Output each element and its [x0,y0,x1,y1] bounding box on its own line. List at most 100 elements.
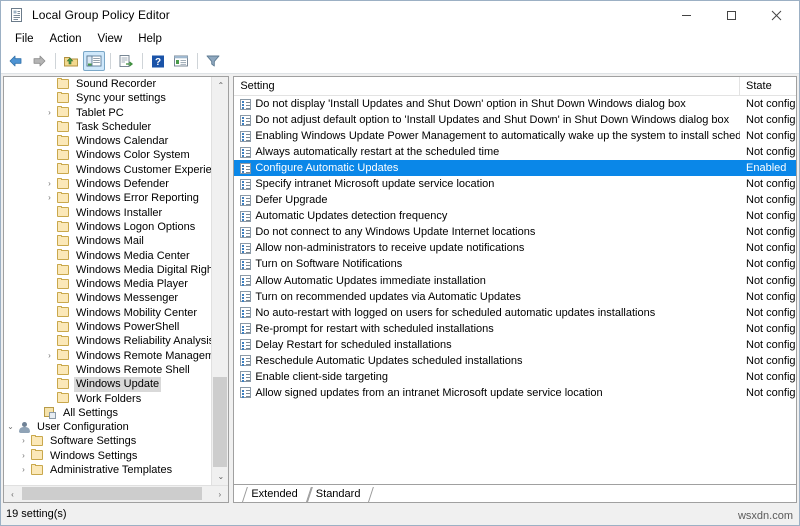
tree-item-label: Windows Defender [76,178,169,191]
tree-item[interactable]: › Windows Error Reporting [4,191,211,205]
tree-hscroll-thumb[interactable] [22,487,202,500]
policy-tree[interactable]: Sound Recorder Sync your settings › Tablet … [4,77,211,485]
tree-item[interactable]: ⌄ User Configuration [4,420,211,434]
table-row[interactable]: Allow signed updates from an intranet Mi… [234,385,796,401]
tree-item[interactable]: Windows Customer Experience Ir [4,163,211,177]
table-row[interactable]: Turn on recommended updates via Automati… [234,289,796,305]
tree-item[interactable]: Windows Messenger [4,291,211,305]
tree-item[interactable]: All Settings [4,406,211,420]
table-row[interactable]: Do not connect to any Windows Update Int… [234,224,796,240]
menu-help[interactable]: Help [130,31,170,47]
properties-icon[interactable] [170,51,192,71]
tree-item[interactable]: Windows Update [4,377,211,392]
chevron-right-icon[interactable]: › [43,106,56,120]
tree-item[interactable]: Windows Mobility Center [4,306,211,320]
table-row[interactable]: Always automatically restart at the sche… [234,144,796,160]
policy-setting-icon [240,387,252,399]
chevron-right-icon[interactable]: › [17,463,30,477]
tree-item[interactable]: Windows Reliability Analysis [4,334,211,348]
settings-list[interactable]: Do not display 'Install Updates and Shut… [234,96,796,484]
table-row[interactable]: Do not adjust default option to 'Install… [234,112,796,128]
table-row[interactable]: Turn on Software Notifications Not config… [234,256,796,272]
tab-extended[interactable]: Extended [242,487,306,502]
table-row[interactable]: Delay Restart for scheduled installation… [234,337,796,353]
tree-item[interactable]: › Tablet PC [4,106,211,120]
chevron-right-icon[interactable]: › [43,177,56,191]
table-row[interactable]: Enabling Windows Update Power Management… [234,128,796,144]
tree-item[interactable]: Windows Remote Shell [4,363,211,377]
back-icon[interactable] [5,51,27,71]
setting-state: Not configu [746,258,796,271]
export-list-icon[interactable] [115,51,137,71]
table-row[interactable]: No auto-restart with logged on users for… [234,305,796,321]
column-header-state[interactable]: State [740,77,796,95]
tree-item[interactable]: Sound Recorder [4,77,211,91]
chevron-down-icon[interactable]: ⌄ [4,420,17,434]
tree-item[interactable]: › Software Settings [4,434,211,448]
folder-icon [56,349,71,362]
menu-view[interactable]: View [90,31,131,47]
table-row[interactable]: Allow Automatic Updates immediate instal… [234,273,796,289]
folder-icon [56,249,71,262]
table-row[interactable]: Enable client-side targeting Not configu [234,369,796,385]
close-button[interactable] [754,1,799,29]
table-row[interactable]: Configure Automatic Updates Enabled [234,160,796,177]
tree-item[interactable]: › Windows Settings [4,449,211,463]
show-hide-console-tree-icon[interactable] [83,51,105,71]
tree-item[interactable]: Windows Media Center [4,249,211,263]
setting-state: Not configu [746,354,796,367]
tree-item[interactable]: Windows Mail [4,234,211,248]
forward-icon[interactable] [28,51,50,71]
tree-item[interactable]: › Windows Remote Management [4,349,211,363]
tree-item-label: Windows Mail [76,235,144,248]
scroll-down-arrow-icon[interactable]: ⌄ [212,468,229,485]
table-row[interactable]: Allow non-administrators to receive upda… [234,240,796,256]
tree-item[interactable]: › Administrative Templates [4,463,211,477]
tree-scroll-thumb[interactable] [213,377,228,467]
tree-item[interactable]: Windows Media Player [4,277,211,291]
scroll-left-arrow-icon[interactable]: ‹ [4,486,21,502]
tree-item-label: Windows Customer Experience Ir [76,163,212,176]
chevron-right-icon[interactable]: › [43,349,56,363]
tree-vertical-scrollbar[interactable]: ⌃ ⌄ [211,77,229,485]
tree-item[interactable]: Sync your settings [4,91,211,105]
tree-item[interactable]: Windows PowerShell [4,320,211,334]
tree-item-label: Windows Logon Options [76,220,196,233]
table-row[interactable]: Reschedule Automatic Updates scheduled i… [234,353,796,369]
setting-name: Turn on Software Notifications [255,258,403,271]
filter-icon[interactable] [202,51,224,71]
folder-icon [56,77,71,91]
table-row[interactable]: Do not display 'Install Updates and Shut… [234,96,796,112]
tree-item[interactable]: › Windows Defender [4,177,211,191]
minimize-button[interactable] [664,1,709,29]
menu-file[interactable]: File [7,31,42,47]
column-header-setting[interactable]: Setting [234,77,740,95]
tree-item[interactable]: Windows Installer [4,206,211,220]
help-icon[interactable]: ? [147,51,169,71]
tree-item-label: Work Folders [76,392,142,405]
tree-item[interactable]: Windows Color System [4,148,211,162]
table-row[interactable]: Specify intranet Microsoft update servic… [234,176,796,192]
tree-item[interactable]: Windows Media Digital Rights M [4,263,211,277]
scroll-up-arrow-icon[interactable]: ⌃ [212,77,229,94]
maximize-button[interactable] [709,1,754,29]
tool-bar: ? [1,49,799,74]
chevron-right-icon[interactable]: › [17,449,30,463]
folder-icon [56,277,71,291]
tree-item-label: Windows Reliability Analysis [76,335,212,348]
chevron-right-icon[interactable]: › [43,191,56,205]
scroll-right-arrow-icon[interactable]: › [211,486,228,502]
table-row[interactable]: Re-prompt for restart with scheduled ins… [234,321,796,337]
policy-setting-icon [240,323,252,335]
tree-horizontal-scrollbar[interactable]: ‹ › [4,485,229,502]
tab-standard[interactable]: Standard [307,487,370,502]
chevron-right-icon[interactable]: › [17,434,30,448]
table-row[interactable]: Automatic Updates detection frequency Not… [234,208,796,224]
up-folder-icon[interactable] [60,51,82,71]
tree-item[interactable]: Windows Calendar [4,134,211,148]
menu-action[interactable]: Action [42,31,90,47]
tree-item[interactable]: Windows Logon Options [4,220,211,234]
tree-item[interactable]: Work Folders [4,392,211,406]
tree-item[interactable]: Task Scheduler [4,120,211,134]
table-row[interactable]: Defer Upgrade Not configu [234,192,796,208]
